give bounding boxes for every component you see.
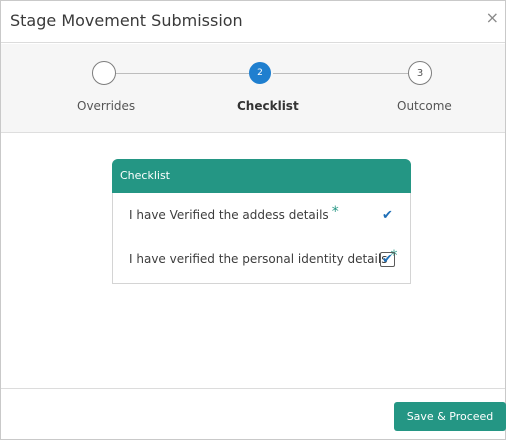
save-proceed-button[interactable]: Save & Proceed (394, 402, 506, 431)
checklist-card: Checklist I have Verified the addess det… (112, 159, 411, 284)
step-2-number: 2 (257, 68, 263, 78)
checklist-item-identity: I have verified the personal identity de… (129, 248, 405, 270)
step-1-label[interactable]: Overrides (77, 99, 135, 113)
step-3-circle[interactable]: 3 (408, 61, 432, 85)
step-connector-1 (116, 73, 249, 74)
checklist-item-address: I have Verified the addess details * ✔ (129, 204, 405, 226)
step-1-circle[interactable] (92, 61, 116, 85)
identity-verified-checkbox[interactable]: ✔ (380, 252, 395, 267)
checkmark-icon: ✔ (382, 252, 393, 267)
step-connector-2 (273, 73, 408, 74)
checklist-header: Checklist (112, 159, 411, 193)
required-marker: * (331, 204, 339, 220)
close-icon[interactable]: × (486, 10, 499, 26)
progress-stepper: 2 3 Overrides Checklist Outcome (1, 44, 505, 133)
step-2-circle[interactable]: 2 (249, 62, 271, 84)
dialog-title: Stage Movement Submission (10, 11, 243, 30)
checklist-item-label: I have Verified the addess details (129, 208, 329, 222)
checkmark-icon: ✔ (382, 208, 393, 223)
dialog-titlebar: Stage Movement Submission × (1, 1, 505, 43)
address-verified-checkbox[interactable]: ✔ (380, 208, 395, 223)
step-3-number: 3 (416, 67, 424, 79)
dialog-footer: Save & Proceed (1, 388, 506, 439)
step-3-label[interactable]: Outcome (397, 99, 452, 113)
checklist-item-label: I have verified the personal identity de… (129, 252, 388, 266)
step-2-label[interactable]: Checklist (237, 99, 299, 113)
stage-movement-dialog: Stage Movement Submission × 2 3 Override… (0, 0, 506, 440)
